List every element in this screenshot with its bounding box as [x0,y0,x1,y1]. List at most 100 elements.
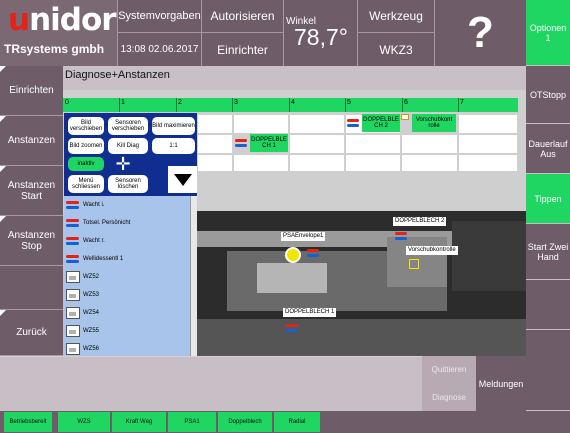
ruler-tick [176,98,177,112]
logo-ring: u [8,2,30,38]
dauerlauf-button[interactable]: Dauerlauf Aus [526,124,570,174]
sensor-list[interactable]: Wacht i. Totsel. Persönicht Wacht r. Wel… [64,196,197,356]
logo-brand: unidor [8,2,117,38]
chip-doppelblech-1[interactable]: DOPPELBLE CH 1 [250,134,288,152]
ruler-tick [289,98,290,112]
autorisieren-cell[interactable]: Autorisieren Einrichter [202,0,284,66]
status-wzs: WZS [58,412,110,432]
station-slot[interactable] [345,154,401,172]
list-item-label: Wacht r. [83,238,105,244]
move-icon[interactable]: ✛ [112,154,134,174]
station-slot[interactable] [458,154,518,172]
sensor-wave-icon [347,118,359,128]
station-slot[interactable] [401,134,458,154]
station-ruler: 0 1 2 3 4 5 6 7 [63,98,518,112]
ruler-mark: 0 [65,99,69,106]
anstanzen-button[interactable]: Anstanzen [0,116,63,166]
tool-photo[interactable]: PSAEnvelope1 DOPPELBLECH 2 Vorschubkontr… [197,211,526,356]
systemvorgaben-label: Systemvorgaben [118,0,201,33]
quittieren-button[interactable]: Quittieren [422,356,476,383]
bild-maximieren-button[interactable]: Bild maximieren [152,117,195,135]
wave-icon [66,199,80,211]
list-item[interactable]: Wellidessentl 1 [64,250,189,270]
ruler-tick [402,98,403,112]
ruler-mark: 1 [121,99,125,106]
werkzeug-cell[interactable]: Werkzeug WKZ3 [358,0,435,66]
station-slot[interactable] [345,134,401,154]
kill-diag-button[interactable]: Kill Diag [108,138,148,154]
meldungen-button[interactable]: Meldungen [476,356,526,411]
status-doppelblech: Doppelblech [218,412,272,432]
station-slot[interactable] [401,154,458,172]
list-item[interactable]: WZ54 [64,304,189,324]
sensor-box-icon [66,289,80,301]
station-slot[interactable] [197,114,233,134]
sensor-wave-icon [395,231,407,241]
psa-sensor-marker[interactable] [285,247,301,263]
help-button[interactable]: ? [435,0,526,66]
sensoren-loeschen-button[interactable]: Sensoren löschen [108,175,148,193]
chip-vorschubkontrolle[interactable]: Vorschubkont rolle [412,114,456,132]
sensoren-verschieben-button[interactable]: Sensoren verschieben [108,117,148,135]
diagnose-button[interactable]: Diagnose [422,383,476,411]
sensor-wave-icon [307,248,319,258]
anstanzen-stop-button[interactable]: Anstanzen Stop [0,216,63,266]
page-title: Diagnose+Anstanzen [63,66,526,90]
inaktiv-toggle[interactable]: inaktiv [68,157,104,171]
sensor-box-icon [66,325,80,337]
station-slot[interactable] [197,134,233,154]
station-slot[interactable] [233,154,289,172]
list-item[interactable]: WZ53 [64,286,189,306]
list-item[interactable]: WZ52 [64,268,189,288]
wave-icon [66,217,80,229]
list-item[interactable]: WZ56 [64,340,189,356]
chip-doppelblech-2[interactable]: DOPPELBLE CH 2 [362,114,400,132]
ruler-tick [119,98,120,112]
einrichten-button[interactable]: Einrichten [0,66,63,116]
station-slot[interactable] [289,154,345,172]
sensor-box-icon [66,271,80,283]
list-item[interactable]: WZ55 [64,322,189,342]
sensor-wave-icon [235,138,247,148]
vorschub-sensor-marker[interactable] [409,259,419,269]
optionen-button[interactable]: Optionen 1 [526,0,570,66]
station-slot[interactable] [289,114,345,134]
werkzeug-label: Werkzeug [358,0,434,33]
list-item[interactable]: Totsel. Persönicht [64,214,189,234]
autorisieren-label: Autorisieren [202,0,283,33]
station-slot[interactable] [197,154,233,172]
station-slot[interactable] [458,134,518,154]
anstanzen-start-button[interactable]: Anstanzen Start [0,166,63,216]
ruler-mark: 3 [234,99,238,106]
station-slot[interactable] [233,114,289,134]
datetime-display: 13:08 02.06.2017 [120,44,199,55]
list-scrollbar[interactable] [190,196,197,356]
systemvorgaben-cell[interactable]: Systemvorgaben 13:08 02.06.2017 [118,0,202,66]
sensor-box-icon [66,307,80,319]
bild-zoomen-button[interactable]: Bild zoomen [68,138,104,154]
otstopp-button[interactable]: OTStopp [526,66,570,124]
empty-right-slot [526,280,570,330]
list-item-label: Wacht i. [83,202,105,208]
status-betriebsbereit: Betriebsbereit [4,412,52,432]
menu-schliessen-button[interactable]: Menü schliessen [68,175,104,193]
start-zweihand-button[interactable]: Start Zwei Hand [526,224,570,280]
ruler-tick [458,98,459,112]
bild-verschieben-button[interactable]: Bild verschieben [68,117,104,135]
photo-plate [197,319,526,356]
list-item[interactable]: Wacht r. [64,232,189,252]
ratio-button[interactable]: 1:1 [152,138,195,154]
list-item[interactable]: Wacht i. [64,196,189,216]
status-radial: Radial [274,412,320,432]
wave-icon [66,253,80,265]
station-slot[interactable] [458,114,518,134]
dropdown-arrow-icon[interactable] [168,166,197,193]
zurueck-button[interactable]: Zurück [0,310,63,356]
status-psa1: PSA1 [168,412,216,432]
wave-icon [66,235,80,247]
station-slot[interactable] [289,134,345,154]
photo-plate [257,263,327,293]
unidor-logo: unidor TRsystems gmbh [0,0,118,66]
label-doppelblech-2: DOPPELBLECH 2 [393,217,447,226]
tippen-button[interactable]: Tippen [526,174,570,224]
